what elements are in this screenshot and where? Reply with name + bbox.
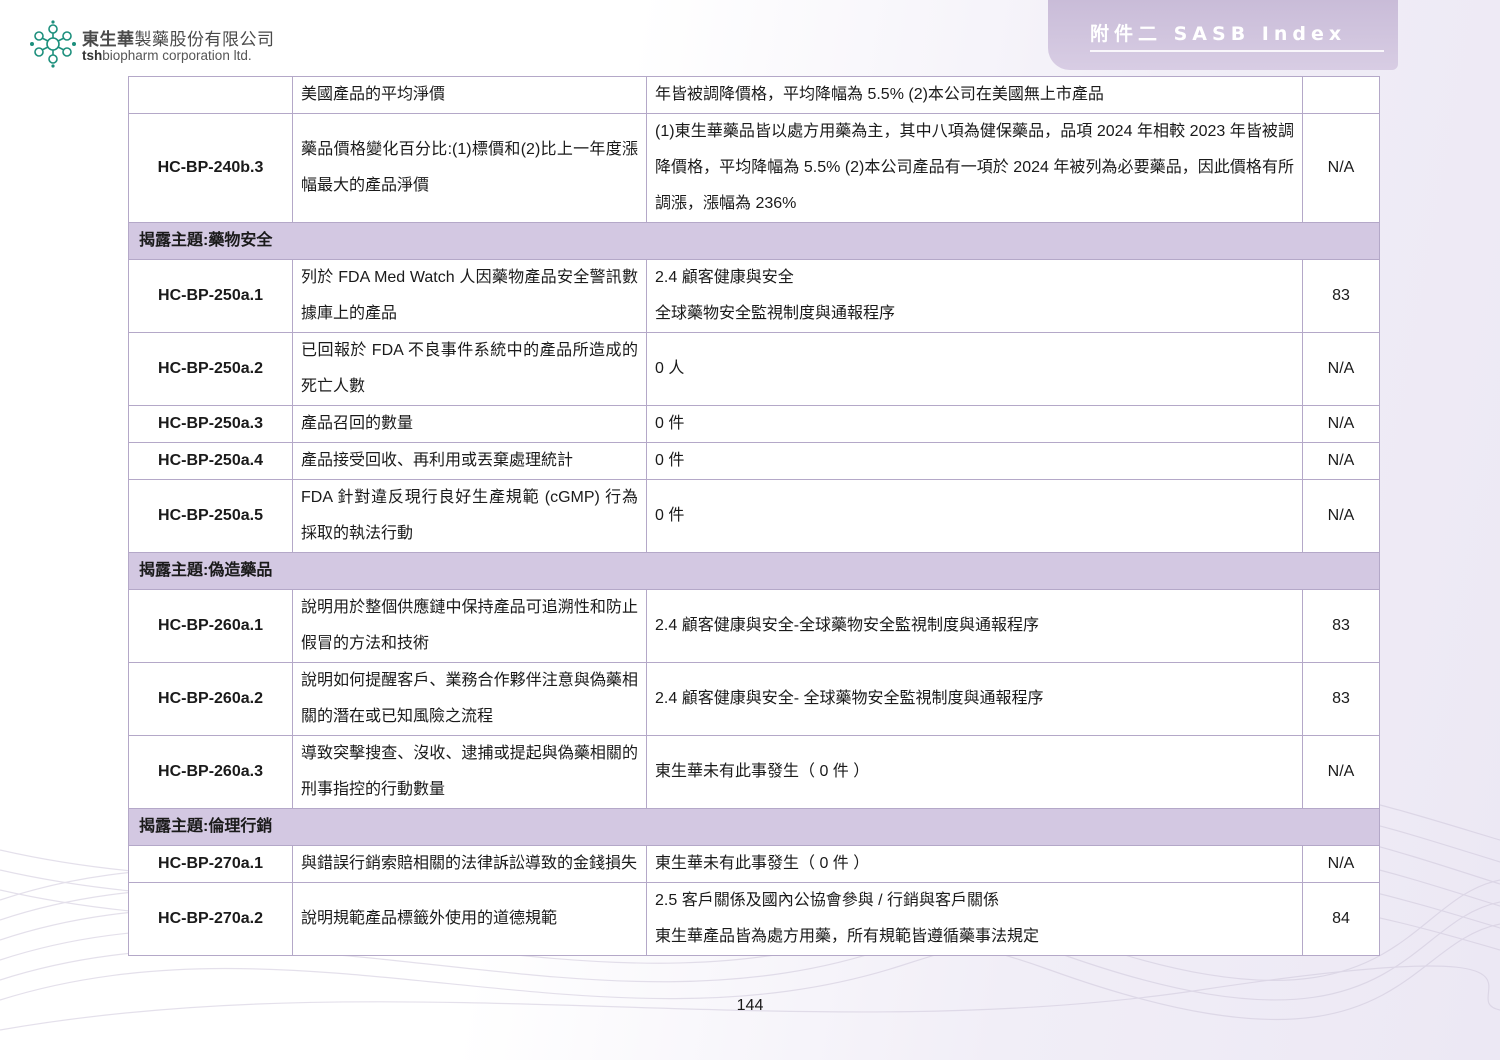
metric-description: 與錯誤行銷索賠相關的法律訴訟導致的金錢損失 xyxy=(292,845,647,883)
response-line: 2.4 顧客健康與安全-全球藥物安全監視制度與通報程序 xyxy=(655,617,1040,634)
page-reference: N/A xyxy=(1302,405,1380,443)
metric-description: 已回報於 FDA 不良事件系統中的產品所造成的死亡人數 xyxy=(292,332,647,406)
table-row: HC-BP-260a.3 導致突擊搜查、沒收、逮捕或提起與偽藥相關的刑事指控的行動… xyxy=(128,735,1380,809)
section-header-row: 揭露主題:倫理行銷 xyxy=(128,808,1380,846)
response-line: 0 人 xyxy=(655,360,685,377)
table-row: HC-BP-240b.3 藥品價格變化百分比:(1)標價和(2)比上一年度漲幅最大… xyxy=(128,113,1380,223)
metric-response: (1)東生華藥品皆以處方用藥為主，其中八項為健保藥品，品項 2024 年相較 2… xyxy=(646,113,1303,223)
table-row: 美國產品的平均淨價 年皆被調降價格，平均降幅為 5.5% (2)本公司在美國無上市… xyxy=(128,76,1380,114)
metric-response: 東生華未有此事發生（ 0 件 ） xyxy=(646,845,1303,883)
response-line: 年皆被調降價格，平均降幅為 5.5% (2)本公司在美國無上市產品 xyxy=(655,86,1104,103)
metric-description: FDA 針對違反現行良好生產規範 (cGMP) 行為採取的執法行動 xyxy=(292,479,647,553)
section-header-row: 揭露主題:偽造藥品 xyxy=(128,552,1380,590)
response-line: 0 件 xyxy=(655,507,685,524)
table-row: HC-BP-270a.2 說明規範產品標籤外使用的道德規範 2.5 客戶關係及國內公… xyxy=(128,882,1380,956)
metric-code: HC-BP-270a.1 xyxy=(128,845,293,883)
metric-response: 0 件 xyxy=(646,479,1303,553)
page-reference: N/A xyxy=(1302,735,1380,809)
metric-code: HC-BP-250a.4 xyxy=(128,442,293,480)
metric-code: HC-BP-260a.2 xyxy=(128,662,293,736)
metric-response: 0 件 xyxy=(646,442,1303,480)
page-reference: 83 xyxy=(1302,589,1380,663)
metric-code: HC-BP-240b.3 xyxy=(128,113,293,223)
metric-code: HC-BP-260a.3 xyxy=(128,735,293,809)
metric-description: 說明規範產品標籤外使用的道德規範 xyxy=(292,882,647,956)
section-header-row: 揭露主題:藥物安全 xyxy=(128,222,1380,260)
sasb-index-table: 美國產品的平均淨價 年皆被調降價格，平均降幅為 5.5% (2)本公司在美國無上市… xyxy=(128,76,1380,956)
metric-description: 說明用於整個供應鏈中保持產品可追溯性和防止假冒的方法和技術 xyxy=(292,589,647,663)
metric-code xyxy=(128,76,293,114)
table-row: HC-BP-250a.5 FDA 針對違反現行良好生產規範 (cGMP) 行為採取… xyxy=(128,479,1380,553)
page-reference: N/A xyxy=(1302,113,1380,223)
metric-code: HC-BP-260a.1 xyxy=(128,589,293,663)
metric-description: 美國產品的平均淨價 xyxy=(292,76,647,114)
page-reference: N/A xyxy=(1302,332,1380,406)
page-reference: N/A xyxy=(1302,442,1380,480)
section-header: 揭露主題:藥物安全 xyxy=(128,222,1380,260)
page-reference: 83 xyxy=(1302,662,1380,736)
table-row: HC-BP-260a.2 說明如何提醒客戶、業務合作夥伴注意與偽藥相關的潛在或已知… xyxy=(128,662,1380,736)
page-reference xyxy=(1302,76,1380,114)
metric-description: 產品召回的數量 xyxy=(292,405,647,443)
metric-description: 列於 FDA Med Watch 人因藥物產品安全警訊數據庫上的產品 xyxy=(292,259,647,333)
metric-response: 2.5 客戶關係及國內公協會參與 / 行銷與客戶關係東生華產品皆為處方用藥，所有… xyxy=(646,882,1303,956)
metric-code: HC-BP-250a.3 xyxy=(128,405,293,443)
table-row: HC-BP-250a.3 產品召回的數量 0 件 N/A xyxy=(128,405,1380,443)
metric-description: 導致突擊搜查、沒收、逮捕或提起與偽藥相關的刑事指控的行動數量 xyxy=(292,735,647,809)
table-row: HC-BP-270a.1 與錯誤行銷索賠相關的法律訴訟導致的金錢損失 東生華未有此事… xyxy=(128,845,1380,883)
molecule-logo-icon xyxy=(30,20,76,68)
response-line: 0 件 xyxy=(655,415,685,432)
company-name-en: tshbiopharm corporation ltd. xyxy=(82,48,252,63)
response-line: 全球藥物安全監視制度與通報程序 xyxy=(655,305,896,322)
metric-response: 2.4 顧客健康與安全-全球藥物安全監視制度與通報程序 xyxy=(646,589,1303,663)
section-title: 附件二 SASB Index xyxy=(1090,23,1347,45)
metric-description: 藥品價格變化百分比:(1)標價和(2)比上一年度漲幅最大的產品淨價 xyxy=(292,113,647,223)
header-underline xyxy=(1090,50,1384,52)
response-line: 2.4 顧客健康與安全 xyxy=(655,269,794,286)
response-line: 東生華未有此事發生（ 0 件 ） xyxy=(655,763,870,780)
company-logo: 東生華製藥股份有限公司 tshbiopharm corporation ltd. xyxy=(28,20,278,68)
metric-description: 產品接受回收、再利用或丟棄處理統計 xyxy=(292,442,647,480)
page-number: 144 xyxy=(736,997,764,1014)
response-line: 東生華未有此事發生（ 0 件 ） xyxy=(655,855,870,872)
page-reference: 84 xyxy=(1302,882,1380,956)
metric-response: 2.4 顧客健康與安全全球藥物安全監視制度與通報程序 xyxy=(646,259,1303,333)
table-row: HC-BP-250a.2 已回報於 FDA 不良事件系統中的產品所造成的死亡人數 0… xyxy=(128,332,1380,406)
metric-code: HC-BP-250a.2 xyxy=(128,332,293,406)
metric-response: 2.4 顧客健康與安全- 全球藥物安全監視制度與通報程序 xyxy=(646,662,1303,736)
page-reference: N/A xyxy=(1302,845,1380,883)
metric-code: HC-BP-250a.1 xyxy=(128,259,293,333)
metric-description: 說明如何提醒客戶、業務合作夥伴注意與偽藥相關的潛在或已知風險之流程 xyxy=(292,662,647,736)
response-line: 2.4 顧客健康與安全- 全球藥物安全監視制度與通報程序 xyxy=(655,690,1044,707)
metric-response: 0 件 xyxy=(646,405,1303,443)
section-header: 揭露主題:倫理行銷 xyxy=(128,808,1380,846)
response-line: 2.5 客戶關係及國內公協會參與 / 行銷與客戶關係 xyxy=(655,892,1000,909)
table-row: HC-BP-250a.1 列於 FDA Med Watch 人因藥物產品安全警訊數… xyxy=(128,259,1380,333)
table-body: 美國產品的平均淨價 年皆被調降價格，平均降幅為 5.5% (2)本公司在美國無上市… xyxy=(128,76,1380,956)
table-row: HC-BP-250a.4 產品接受回收、再利用或丟棄處理統計 0 件 N/A xyxy=(128,442,1380,480)
company-name-cn: 東生華製藥股份有限公司 xyxy=(82,30,275,50)
response-line: 東生華產品皆為處方用藥，所有規範皆遵循藥事法規定 xyxy=(655,928,1040,945)
section-header: 揭露主題:偽造藥品 xyxy=(128,552,1380,590)
page-reference: 83 xyxy=(1302,259,1380,333)
metric-response: 0 人 xyxy=(646,332,1303,406)
table-row: HC-BP-260a.1 說明用於整個供應鏈中保持產品可追溯性和防止假冒的方法和技… xyxy=(128,589,1380,663)
metric-response: 年皆被調降價格，平均降幅為 5.5% (2)本公司在美國無上市產品 xyxy=(646,76,1303,114)
response-line: 0 件 xyxy=(655,452,685,469)
metric-code: HC-BP-270a.2 xyxy=(128,882,293,956)
metric-response: 東生華未有此事發生（ 0 件 ） xyxy=(646,735,1303,809)
page-reference: N/A xyxy=(1302,479,1380,553)
metric-code: HC-BP-250a.5 xyxy=(128,479,293,553)
response-line: (1)東生華藥品皆以處方用藥為主，其中八項為健保藥品，品項 2024 年相較 2… xyxy=(655,123,1294,212)
